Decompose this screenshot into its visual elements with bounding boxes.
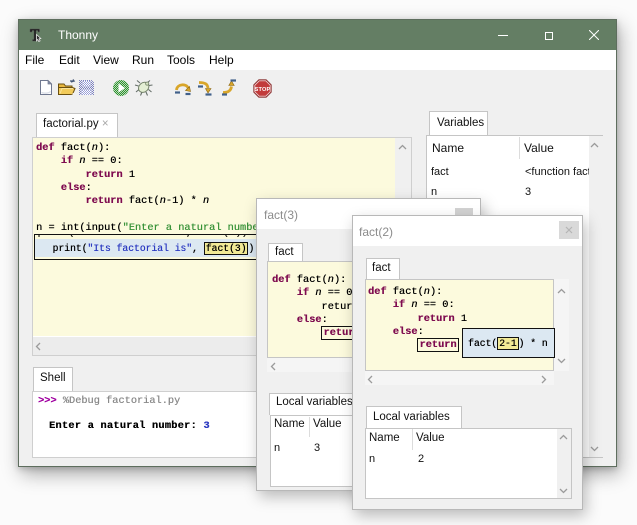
svg-text:STOP: STOP	[255, 87, 271, 93]
